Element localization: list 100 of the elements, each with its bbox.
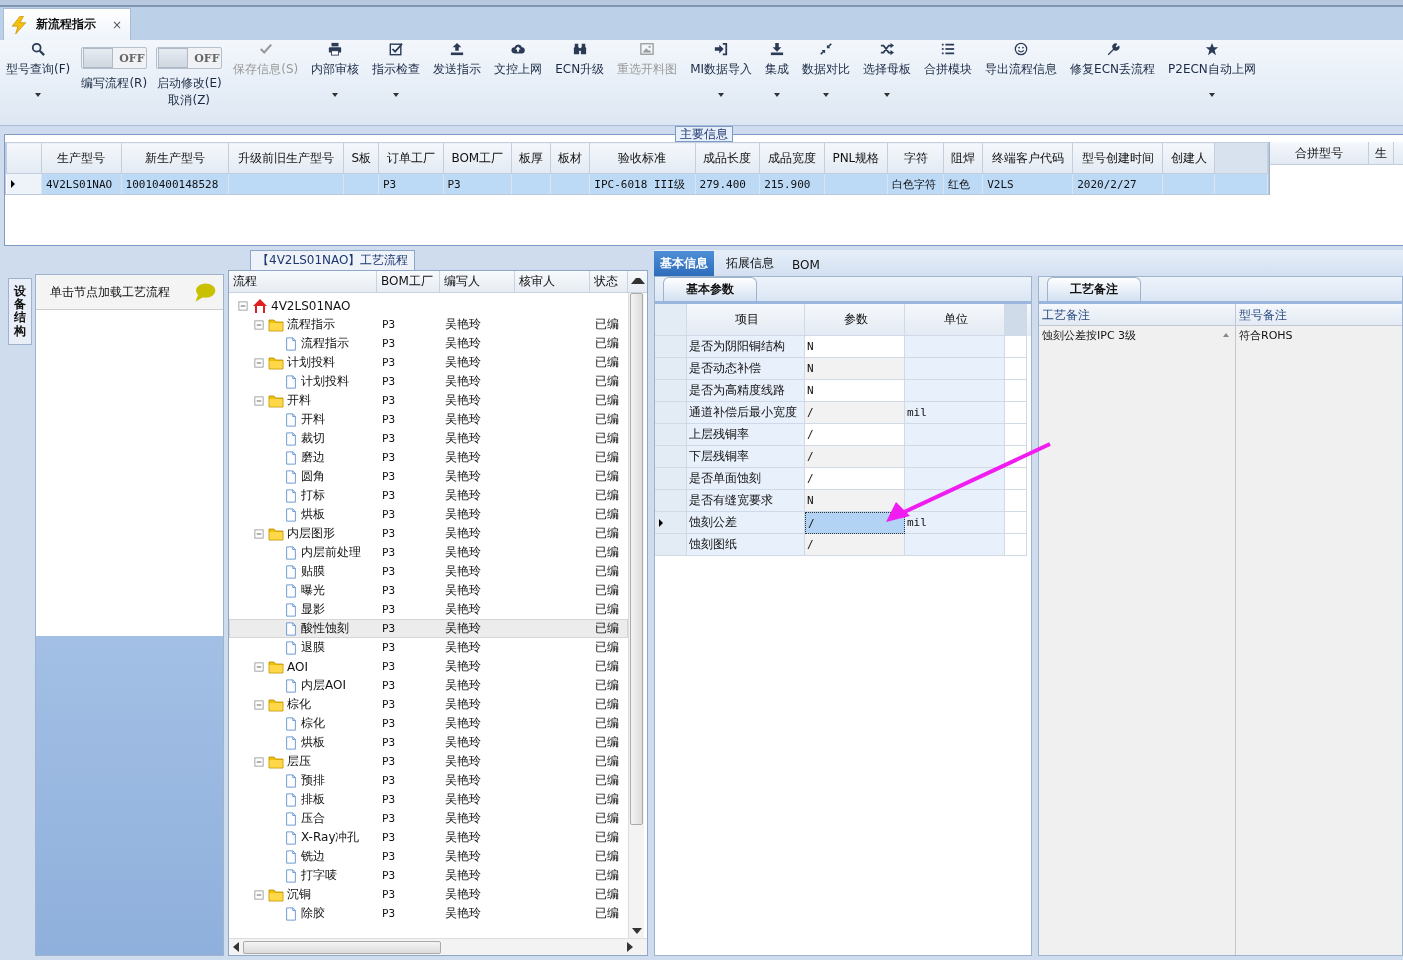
table-cell[interactable]: / (805, 424, 905, 446)
tree-row[interactable]: 酸性蚀刻 P3 吴艳玲 已编 (229, 619, 628, 638)
tree-row[interactable]: 贴膜 P3 吴艳玲 已编 (229, 562, 628, 581)
column-header[interactable]: 生产型号 (41, 142, 122, 174)
table-cell[interactable]: N (805, 358, 905, 380)
tree-row[interactable]: X-Ray冲孔 P3 吴艳玲 已编 (229, 828, 628, 847)
column-header[interactable]: PNL规格 (824, 142, 888, 174)
expand-toggle[interactable] (253, 755, 265, 768)
scroll-up-icon[interactable] (631, 278, 645, 284)
table-cell[interactable]: N (805, 336, 905, 358)
side-tab[interactable]: 设备结构 (8, 278, 32, 345)
tree-row[interactable]: 曝光 P3 吴艳玲 已编 (229, 581, 628, 600)
toolbar-button[interactable]: P2ECN自动上网 (1166, 40, 1258, 99)
tree-row[interactable]: 内层AOI P3 吴艳玲 已编 (229, 676, 628, 695)
tree-row[interactable]: 计划投料 P3 吴艳玲 已编 (229, 372, 628, 391)
tree-row[interactable]: 计划投料 P3 吴艳玲 已编 (229, 353, 628, 372)
toolbar-button[interactable]: 型号查询(F) (4, 40, 73, 99)
tree-row[interactable]: 4V2LS01NAO (229, 296, 628, 315)
column-header[interactable]: 编写人 (440, 271, 515, 292)
tree-row[interactable]: AOI P3 吴艳玲 已编 (229, 657, 628, 676)
table-cell[interactable]: N (805, 490, 905, 512)
toolbar-button[interactable]: 发送指示 (431, 40, 484, 89)
column-header[interactable]: 工艺备注 (1039, 304, 1235, 326)
column-header[interactable]: BOM工厂 (377, 271, 440, 292)
tree-row[interactable]: 流程指示 P3 吴艳玲 已编 (229, 334, 628, 353)
tree-row[interactable]: 开料 P3 吴艳玲 已编 (229, 410, 628, 429)
row-header[interactable] (6, 173, 42, 194)
scroll-right-icon[interactable] (627, 942, 633, 952)
expand-toggle[interactable] (253, 394, 265, 407)
tree-row[interactable]: 烘板 P3 吴艳玲 已编 (229, 505, 628, 524)
scrollbar-thumb[interactable] (630, 293, 643, 825)
table-cell[interactable]: N (805, 380, 905, 402)
tree-row[interactable]: 预排 P3 吴艳玲 已编 (229, 771, 628, 790)
tree-row[interactable]: 圆角 P3 吴艳玲 已编 (229, 467, 628, 486)
column-header[interactable]: 型号创建时间 (1072, 142, 1163, 174)
expand-toggle[interactable] (253, 888, 265, 901)
table-cell[interactable]: / (805, 402, 905, 424)
table-cell[interactable]: / (805, 468, 905, 490)
tree-row[interactable]: 磨边 P3 吴艳玲 已编 (229, 448, 628, 467)
column-header[interactable]: 阻焊 (943, 142, 983, 174)
column-header[interactable]: 核审人 (515, 271, 590, 292)
toggle-switch[interactable]: OFF (81, 47, 148, 69)
column-header[interactable]: 新生产型号 (121, 142, 229, 174)
column-header[interactable]: 终端客户代码 (982, 142, 1073, 174)
toggle-switch[interactable]: OFF (156, 47, 223, 69)
tree-row[interactable]: 内层图形 P3 吴艳玲 已编 (229, 524, 628, 543)
column-header[interactable]: 创建人 (1162, 142, 1215, 174)
tree-row[interactable]: 显影 P3 吴艳玲 已编 (229, 600, 628, 619)
tab[interactable]: 拓展信息 (720, 251, 780, 276)
tree-row[interactable]: 层压 P3 吴艳玲 已编 (229, 752, 628, 771)
expand-toggle[interactable] (253, 698, 265, 711)
column-header[interactable]: 成品长度 (695, 142, 760, 174)
column-header[interactable]: 板材 (550, 142, 590, 174)
table-cell[interactable]: / (805, 534, 905, 556)
scrollbar-thumb[interactable] (243, 940, 441, 954)
toolbar-button[interactable]: 修复ECN丢流程 (1068, 40, 1158, 89)
column-header[interactable]: 板厚 (511, 142, 551, 174)
tree-row[interactable]: 棕化 P3 吴艳玲 已编 (229, 695, 628, 714)
toolbar-button[interactable]: 数据对比 (800, 40, 853, 99)
toolbar-button[interactable]: MI数据导入 (688, 40, 755, 99)
panel-tab[interactable]: 基本参数 (663, 277, 757, 301)
close-button[interactable]: × (112, 17, 123, 32)
expand-toggle[interactable] (253, 318, 265, 331)
tree-row[interactable]: 内层前处理 P3 吴艳玲 已编 (229, 543, 628, 562)
tab[interactable]: BOM (786, 254, 826, 276)
column-header[interactable]: 字符 (887, 142, 944, 174)
tab[interactable]: 基本信息 (654, 251, 714, 276)
toolbar-button[interactable]: ECN升级 (553, 40, 607, 89)
column-header[interactable]: 订单工厂 (378, 142, 443, 174)
column-header[interactable]: 验收标准 (589, 142, 696, 174)
expand-toggle[interactable] (253, 527, 265, 540)
tree-row[interactable]: 打字唛 P3 吴艳玲 已编 (229, 866, 628, 885)
column-header[interactable]: BOM工厂 (443, 142, 512, 174)
toolbar-button[interactable]: 文控上网 (492, 40, 545, 89)
column-header[interactable]: 升级前旧生产型号 (228, 142, 344, 174)
row-header[interactable] (655, 512, 687, 534)
column-header[interactable]: 生 (1369, 142, 1394, 164)
tree-row[interactable]: 退膜 P3 吴艳玲 已编 (229, 638, 628, 657)
toolbar-button[interactable]: 合拼模块 (922, 40, 975, 89)
column-header[interactable]: 合拼型号 (1270, 142, 1369, 164)
expand-toggle[interactable] (253, 356, 265, 369)
tree-row[interactable]: 打标 P3 吴艳玲 已编 (229, 486, 628, 505)
tree-row[interactable]: 排板 P3 吴艳玲 已编 (229, 790, 628, 809)
column-header[interactable]: 状态 (590, 271, 628, 292)
toolbar-button[interactable]: 指示检查 (370, 40, 423, 99)
column-header[interactable]: 成品宽度 (759, 142, 825, 174)
table-cell[interactable]: / (805, 512, 905, 534)
column-header[interactable]: S板 (343, 142, 379, 174)
expand-toggle[interactable] (253, 660, 265, 673)
tree-row[interactable]: 流程指示 P3 吴艳玲 已编 (229, 315, 628, 334)
expand-toggle[interactable] (237, 299, 249, 312)
panel-tab[interactable]: 工艺备注 (1047, 277, 1141, 301)
column-header[interactable]: 型号备注 (1236, 304, 1402, 326)
tree-row[interactable]: 裁切 P3 吴艳玲 已编 (229, 429, 628, 448)
tree-row[interactable]: 烘板 P3 吴艳玲 已编 (229, 733, 628, 752)
toolbar-button[interactable]: 导出流程信息 (983, 40, 1060, 89)
toolbar-button[interactable]: 选择母板 (861, 40, 914, 99)
table-cell[interactable]: / (805, 446, 905, 468)
tree-row[interactable]: 开料 P3 吴艳玲 已编 (229, 391, 628, 410)
tree-row[interactable]: 压合 P3 吴艳玲 已编 (229, 809, 628, 828)
